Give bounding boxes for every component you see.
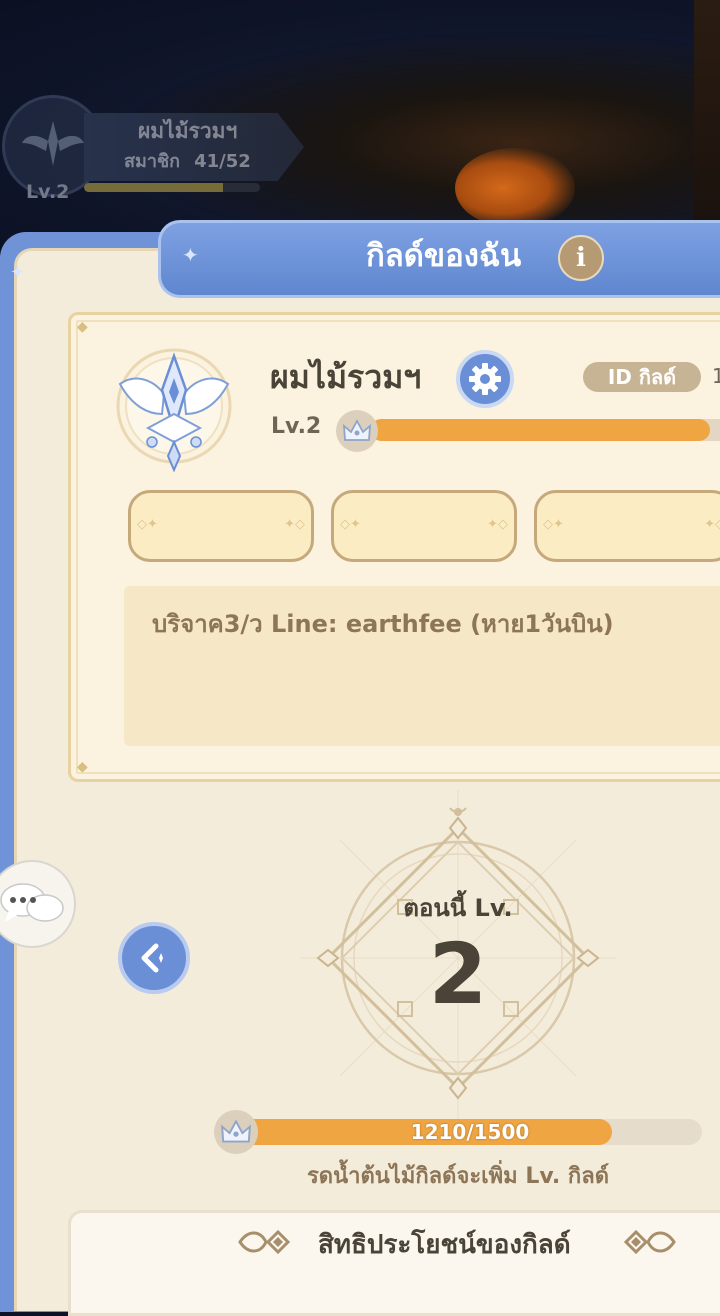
crown-icon xyxy=(336,410,378,452)
top-guild-members-label: สมาชิก xyxy=(124,151,181,172)
guild-level-progress-fill xyxy=(370,419,710,441)
card-corner-ornament-icon: ◆ xyxy=(77,319,88,335)
header-sparkle-icon: ✦ xyxy=(182,243,199,267)
crown-icon xyxy=(214,1110,258,1154)
guild-level-progress-bar xyxy=(370,419,720,441)
guild-slot-3[interactable] xyxy=(534,490,720,562)
chat-bubbles-icon xyxy=(0,883,64,922)
top-guild-level: Lv.2 xyxy=(26,181,70,203)
background-foliage xyxy=(455,148,575,228)
water-hint-text: รดน้ำต้นไม้กิลด์จะเพิ่ม Lv. กิลด์ xyxy=(306,1164,610,1189)
benefits-title: สิทธิประโยชน์ของกิลด์ xyxy=(318,1230,571,1260)
top-guild-progress-fill xyxy=(84,183,224,192)
guild-name: ผมไม้รวมฯ xyxy=(270,358,422,396)
back-arrow-icon xyxy=(141,943,163,973)
guild-slot-1[interactable] xyxy=(128,490,314,562)
guild-notice-text: บริจาค3/ว Line: earthfee (หาย1วันบิน) xyxy=(152,610,614,638)
top-guild-name: ผมไม้รวมฯ xyxy=(138,119,238,143)
gear-icon xyxy=(469,363,501,395)
guild-emblem-icon xyxy=(108,344,240,476)
guild-id-value: 1 xyxy=(712,364,720,388)
page-title: กิลด์ของฉัน xyxy=(366,238,522,274)
guild-slot-2[interactable] xyxy=(331,490,517,562)
top-guild-members: สมาชิก 41/52 xyxy=(124,146,251,175)
current-level-label: ตอนนี้ Lv. xyxy=(403,894,513,922)
current-level-value: 2 xyxy=(428,925,488,1023)
guild-level-label: Lv.2 xyxy=(271,414,322,439)
water-progress-text: 1210/1500 xyxy=(410,1120,530,1144)
corner-sparkle-icon: ✦ xyxy=(10,262,26,283)
ornament-left-icon xyxy=(238,1229,291,1255)
background-pillar xyxy=(694,0,720,230)
info-icon[interactable]: i xyxy=(558,235,604,281)
back-button[interactable] xyxy=(118,922,190,994)
card-corner-ornament-icon: ◆ xyxy=(77,759,88,775)
guild-id-label: ID กิลด์ xyxy=(583,362,701,392)
top-guild-progress-bar xyxy=(84,183,260,192)
guild-settings-button[interactable] xyxy=(456,350,514,408)
top-guild-badge[interactable]: ผมไม้รวมฯ สมาชิก 41/52 Lv.2 xyxy=(0,95,330,215)
ornament-right-icon xyxy=(623,1229,676,1255)
top-guild-members-count: 41/52 xyxy=(194,151,251,172)
